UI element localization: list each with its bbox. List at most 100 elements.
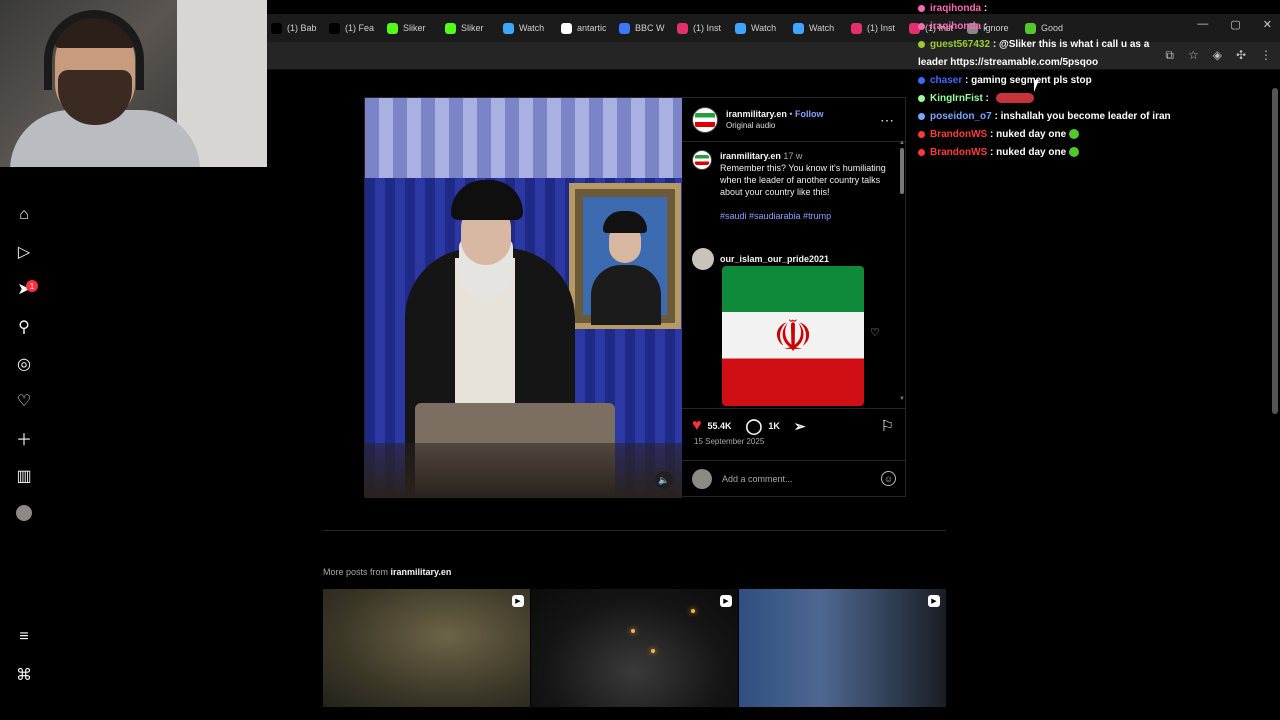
more-menu-icon[interactable]: ≡ <box>14 627 34 647</box>
webcam-overlay <box>0 0 267 167</box>
tab-favicon-icon <box>329 22 340 34</box>
more-posts-grid: ▶ ▶ ▶ <box>323 589 946 707</box>
grid-post[interactable]: ▶ <box>739 589 946 707</box>
browser-tab[interactable]: (1) Fea <box>325 16 383 40</box>
browser-tab[interactable]: Sliker <box>383 16 441 40</box>
follow-button[interactable]: Follow <box>795 109 824 119</box>
browser-tab[interactable]: (1) Inst <box>847 16 905 40</box>
author-avatar[interactable] <box>692 106 718 133</box>
add-comment-bar: ☺ <box>682 460 906 496</box>
caption-text: Remember this? You know it's humiliating… <box>720 163 886 197</box>
more-posts-heading: More posts from iranmilitary.en <box>323 567 451 577</box>
chat-message: guest567432 : @Sliker this is what i cal… <box>918 39 1150 68</box>
search-icon[interactable]: ⚲ <box>14 317 34 337</box>
chat-badge-icon <box>918 94 925 102</box>
chat-badge-icon <box>918 148 925 156</box>
caption-username[interactable]: iranmilitary.en <box>720 151 781 161</box>
browser-tab[interactable]: BBC W <box>615 16 673 40</box>
create-icon[interactable]: ＋ <box>14 428 34 449</box>
chat-username[interactable]: poseidon_o7 <box>930 111 992 122</box>
reel-icon: ▶ <box>512 595 524 607</box>
like-icon[interactable]: ♥ <box>692 417 702 435</box>
caption-hashtags[interactable]: #saudi #saudiarabia #trump <box>720 210 892 222</box>
tab-favicon-icon <box>851 22 862 34</box>
chat-username[interactable]: chaser <box>930 75 962 86</box>
tab-favicon-icon <box>735 22 746 34</box>
tab-label: (1) Inst <box>693 23 722 33</box>
chat-username[interactable]: iraqihonda <box>930 3 981 14</box>
comment-image: ☫ <box>722 266 864 406</box>
chat-username[interactable]: BrandonWS <box>930 129 987 140</box>
browser-tab[interactable]: antartic <box>557 16 615 40</box>
browser-tab[interactable]: Sliker <box>441 16 499 40</box>
tab-favicon-icon <box>677 22 688 34</box>
explore-icon[interactable]: ◎ <box>14 354 34 374</box>
emote-icon <box>995 93 1034 104</box>
current-user-avatar <box>692 468 712 489</box>
tab-favicon-icon <box>561 22 572 34</box>
chat-username[interactable]: BrandonWS <box>930 147 987 158</box>
scroll-down-icon[interactable]: ▼ <box>899 396 905 402</box>
browser-tab[interactable]: (1) Inst <box>673 16 731 40</box>
chat-message: poseidon_o7 : inshallah you become leade… <box>918 108 1278 126</box>
chat-username[interactable]: iraqihonda <box>930 21 981 32</box>
browser-tab[interactable]: Watch <box>731 16 789 40</box>
share-icon[interactable]: ➢ <box>794 418 806 435</box>
tab-label: Sliker <box>461 23 484 33</box>
more-posts-username[interactable]: iranmilitary.en <box>391 567 452 577</box>
comment-input[interactable] <box>722 473 862 484</box>
chat-message: KingIrnFist : <box>918 90 1278 108</box>
notification-badge: 1 <box>26 280 38 292</box>
tab-favicon-icon <box>271 22 282 34</box>
chat-message: BrandonWS : nuked day one <box>918 126 1278 144</box>
author-username[interactable]: iranmilitary.en <box>726 109 787 119</box>
comment-like-icon[interactable]: ♡ <box>870 326 880 339</box>
tab-favicon-icon <box>387 22 398 34</box>
heart-icon[interactable]: ♡ <box>14 391 34 411</box>
chat-badge-icon <box>918 4 925 12</box>
profile-avatar[interactable] <box>14 503 34 523</box>
chat-message: BrandonWS : nuked day one <box>918 144 1278 162</box>
more-options-icon[interactable]: ⋯ <box>880 112 894 129</box>
emoji-icon[interactable]: ☺ <box>881 471 896 486</box>
tab-favicon-icon <box>619 22 630 34</box>
page-scrollbar[interactable] <box>1272 88 1278 414</box>
chat-username[interactable]: KingIrnFist <box>930 93 983 104</box>
chat-text: gaming segment pls stop <box>971 75 1092 86</box>
bookmark-icon[interactable]: ⚐ <box>881 417 894 435</box>
chat-message: iraqihonda : <box>918 18 1278 36</box>
apps-icon[interactable]: ⌘ <box>14 665 34 685</box>
chat-text: nuked day one <box>996 129 1067 140</box>
tab-label: (1) Fea <box>345 23 375 33</box>
comment-item: our_islam_our_pride2021 ☫ <box>692 248 892 406</box>
comment-count: 1K <box>768 421 780 431</box>
browser-tab[interactable]: (1) Bab <box>267 16 325 40</box>
reel-icon: ▶ <box>720 595 732 607</box>
reels-icon[interactable]: ▷ <box>14 242 34 262</box>
browser-tab[interactable]: Watch <box>499 16 557 40</box>
home-icon[interactable]: ⌂ <box>14 205 34 225</box>
stream-chat: iraqihonda : iraqihonda : guest567432 : … <box>918 0 1278 162</box>
browser-tab[interactable]: Watch <box>789 16 847 40</box>
dashboard-icon[interactable]: ▥ <box>14 466 34 486</box>
commenter-username[interactable]: our_islam_our_pride2021 <box>720 254 829 264</box>
tab-label: Sliker <box>403 23 426 33</box>
comments-scrollbar[interactable] <box>900 148 904 194</box>
tab-label: Watch <box>751 23 777 33</box>
grid-post[interactable]: ▶ <box>531 589 738 707</box>
tab-label: antartic <box>577 23 607 33</box>
commenter-avatar[interactable] <box>692 248 714 270</box>
grid-post[interactable]: ▶ <box>323 589 530 707</box>
post-dialog: 🔈 iranmilitary.en • Follow Original audi… <box>364 97 906 498</box>
scroll-up-icon[interactable]: ▲ <box>899 140 905 146</box>
chat-username[interactable]: guest567432 <box>930 39 990 50</box>
post-video[interactable]: 🔈 <box>365 98 682 498</box>
comment-icon[interactable]: ◯ <box>746 417 763 435</box>
post-sidebar: iranmilitary.en • Follow Original audio … <box>682 98 906 496</box>
volume-icon[interactable]: 🔈 <box>655 471 673 489</box>
chat-text: nuked day one <box>996 147 1067 158</box>
audio-label[interactable]: Original audio <box>726 120 824 132</box>
caption-avatar[interactable] <box>692 150 712 170</box>
tab-favicon-icon <box>445 22 456 34</box>
caption-time: 17 w <box>783 151 803 161</box>
